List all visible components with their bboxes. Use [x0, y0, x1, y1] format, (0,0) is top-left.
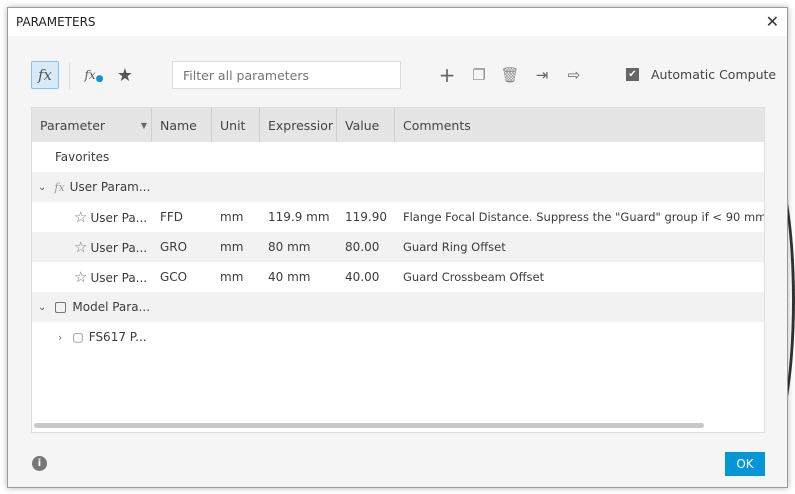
all-parameters-fx-button[interactable]: fx	[31, 61, 59, 89]
value-cell: 80.00	[345, 240, 380, 254]
column-expression[interactable]: Expressior	[260, 108, 337, 142]
sort-dropdown-icon[interactable]: ▼	[141, 121, 147, 130]
star-icon[interactable]: ☆	[74, 208, 87, 226]
group-label: Model Para...	[72, 300, 151, 314]
table-header: Parameter ▼ Name Unit Expressior Value Co…	[32, 108, 764, 142]
copy-icon[interactable]: ❐	[469, 65, 489, 85]
name-cell: GCO	[160, 270, 188, 284]
automatic-compute-checkbox[interactable]: ✔	[626, 68, 639, 81]
fx-user-icon: fx	[84, 68, 96, 82]
unit-cell[interactable]: mm	[212, 240, 260, 254]
model-child-row[interactable]: › ▢ FS617 P...	[32, 322, 764, 352]
chevron-down-icon[interactable]: ⌄	[32, 302, 46, 313]
name-cell: FFD	[160, 210, 184, 224]
column-label: Parameter	[40, 117, 106, 133]
value-cell: 119.90	[345, 210, 387, 224]
table-row[interactable]: ☆ User Pa... GRO mm 80 mm 80.00 Guard Rin…	[32, 232, 764, 262]
delete-icon[interactable]: 🗑	[500, 65, 520, 85]
expression-cell[interactable]: 119.9 mm	[260, 210, 337, 224]
ok-button[interactable]: OK	[725, 452, 765, 476]
chevron-down-icon[interactable]: ⌄	[32, 182, 46, 193]
star-icon[interactable]: ☆	[74, 268, 87, 286]
comment-cell[interactable]: Flange Focal Distance. Suppress the "Gua…	[395, 210, 764, 224]
group-label: User Param...	[69, 180, 151, 194]
value-cell: 40.00	[345, 270, 380, 284]
expression-cell[interactable]: 80 mm	[260, 240, 337, 254]
column-parameter[interactable]: Parameter ▼	[32, 108, 152, 142]
comment-cell[interactable]: Guard Crossbeam Offset	[395, 270, 764, 284]
name-cell: GRO	[160, 240, 188, 254]
fx-icon: fx	[54, 180, 65, 194]
param-cell: User Pa...	[90, 271, 148, 285]
user-parameters-filter-button[interactable]: fx ●	[82, 64, 106, 86]
horizontal-scrollbar[interactable]	[34, 423, 704, 428]
automatic-compute: ✔ Automatic Compute	[626, 67, 776, 82]
parameters-dialog: PARAMETERS ✕ fx fx● ★ + ❐ 🗑 ⇥ ⇨ ✔ Automa…	[7, 7, 788, 488]
unit-cell[interactable]: mm	[212, 210, 260, 224]
automatic-compute-label: Automatic Compute	[651, 67, 777, 82]
import-icon[interactable]: ⇥	[532, 65, 552, 85]
unit-cell[interactable]: mm	[212, 270, 260, 284]
fx-icon: fx	[37, 66, 52, 84]
model-icon	[55, 301, 67, 313]
user-parameters-group[interactable]: ⌄ fx User Param...	[32, 172, 764, 202]
column-name[interactable]: Name	[152, 108, 212, 142]
column-unit[interactable]: Unit	[212, 108, 260, 142]
star-icon[interactable]: ☆	[74, 238, 87, 256]
title-bar: PARAMETERS	[8, 8, 787, 36]
param-cell: User Pa...	[90, 211, 148, 225]
divider	[69, 63, 70, 89]
comment-cell[interactable]: Guard Ring Offset	[395, 240, 764, 254]
table-row[interactable]: ☆ User Pa... FFD mm 119.9 mm 119.90 Flang…	[32, 202, 764, 232]
chevron-right-icon[interactable]: ›	[32, 331, 62, 344]
column-value[interactable]: Value	[337, 108, 395, 142]
param-cell: User Pa...	[90, 241, 148, 255]
info-icon[interactable]: i	[32, 456, 47, 471]
parameters-table: Parameter ▼ Name Unit Expressior Value Co…	[31, 107, 765, 433]
filter-input[interactable]	[172, 61, 401, 89]
component-label: FS617 P...	[88, 330, 147, 344]
table-row[interactable]: ☆ User Pa... GCO mm 40 mm 40.00 Guard Cro…	[32, 262, 764, 292]
column-comments[interactable]: Comments	[395, 108, 764, 142]
favorites-star-icon[interactable]: ★	[114, 64, 136, 86]
expression-cell[interactable]: 40 mm	[260, 270, 337, 284]
dialog-title: PARAMETERS	[16, 15, 96, 29]
component-icon: ▢	[72, 330, 84, 344]
model-parameters-group[interactable]: ⌄ Model Para...	[32, 292, 764, 322]
add-icon[interactable]: +	[437, 63, 457, 87]
close-icon[interactable]: ✕	[766, 12, 779, 31]
user-icon: ●	[95, 74, 104, 84]
export-icon[interactable]: ⇨	[564, 65, 584, 85]
favorites-label: Favorites	[55, 150, 110, 164]
favorites-row[interactable]: Favorites	[32, 142, 764, 172]
